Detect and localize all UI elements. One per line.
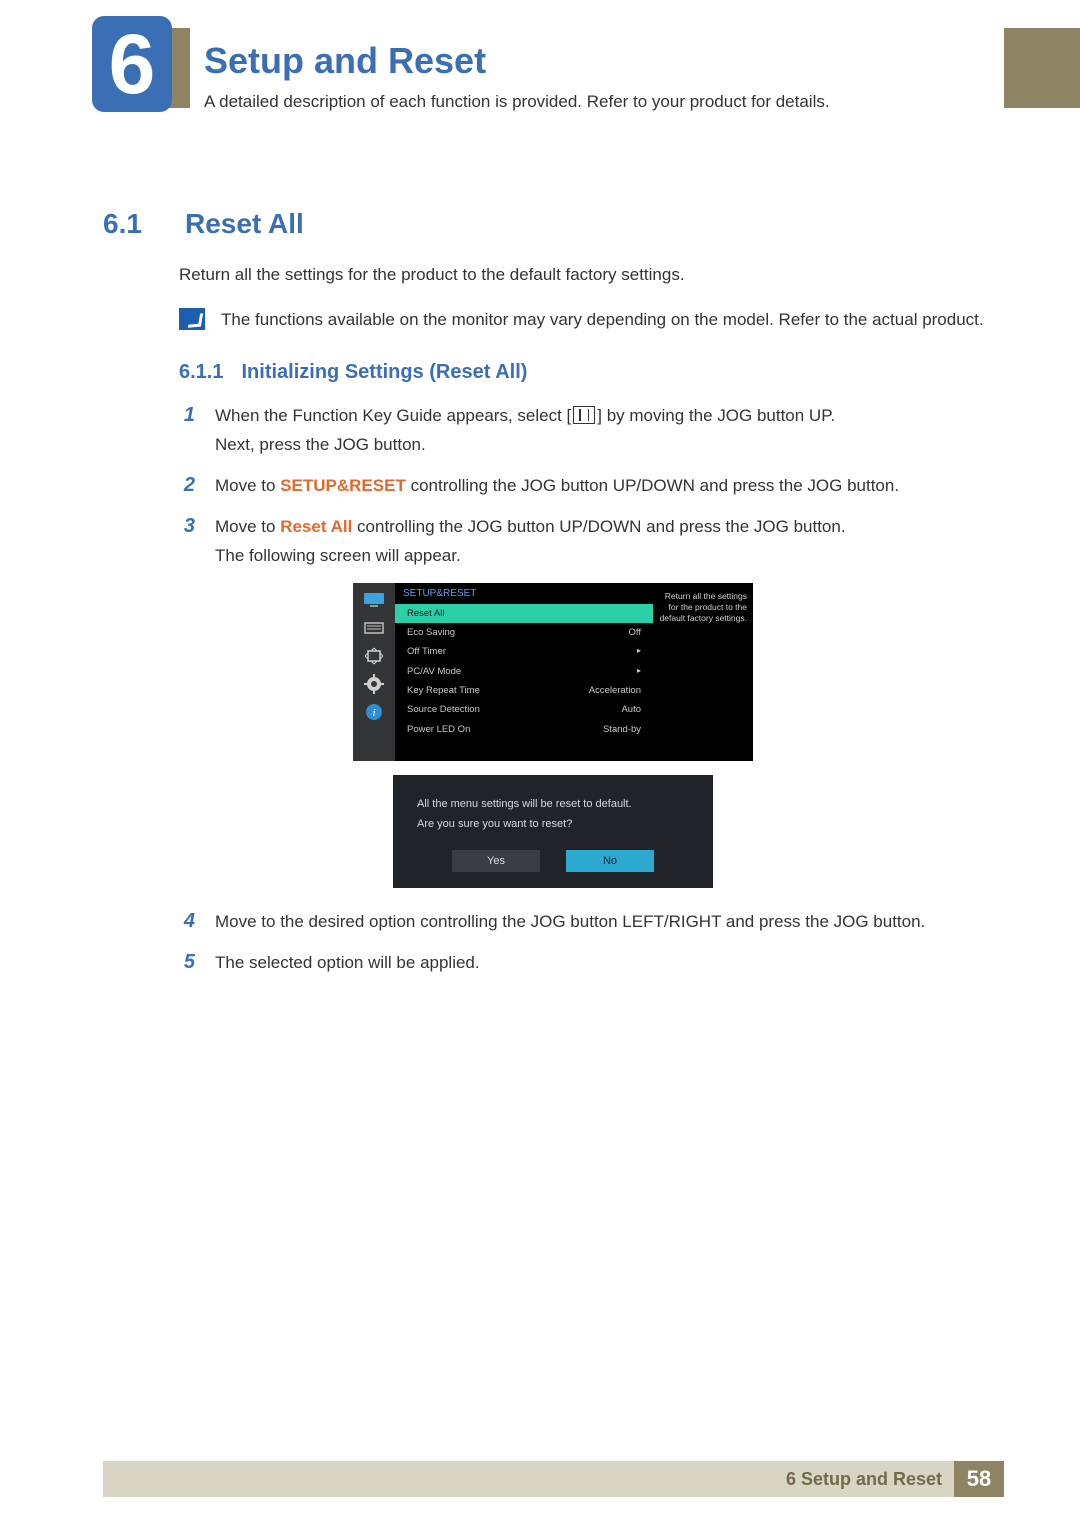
dialog-yes-button: Yes (452, 850, 540, 872)
subsection-heading: 6.1.1 Initializing Settings (Reset All) (179, 361, 1004, 384)
text: When the Function Key Guide appears, sel… (215, 406, 571, 425)
osd-item-value: Stand-by (603, 723, 641, 736)
page-footer: 6 Setup and Reset 58 (103, 1461, 1004, 1497)
text: controlling the JOG button UP/DOWN and p… (352, 517, 845, 536)
step-text: The selected option will be applied. (215, 949, 480, 978)
page: 6 Setup and Reset A detailed description… (0, 0, 1080, 1527)
osd-item-key-repeat: Key Repeat Time Acceleration (395, 681, 653, 700)
footer-chapter-label: 6 Setup and Reset (786, 1461, 954, 1497)
chapter-header: Setup and Reset A detailed description o… (190, 26, 1004, 134)
info-icon: i (362, 703, 386, 721)
chapter-number: 6 (109, 22, 156, 106)
osd-item-pcav-mode: PC/AV Mode ▸ (395, 662, 653, 681)
monitor-icon (362, 591, 386, 609)
osd-header: SETUP&RESET (395, 583, 653, 604)
osd-item-label: Source Detection (407, 703, 480, 716)
step-number: 2 (179, 472, 195, 498)
chapter-number-badge: 6 (92, 16, 172, 112)
note-text: The functions available on the monitor m… (221, 308, 984, 332)
osd-item-label: Reset All (407, 607, 445, 620)
text: controlling the JOG button UP/DOWN and p… (406, 476, 899, 495)
section-heading: 6.1 Reset All (103, 208, 1004, 240)
section-intro: Return all the settings for the product … (179, 262, 1004, 288)
osd-item-value: Off (629, 626, 642, 639)
step-text: Move to the desired option controlling t… (215, 908, 925, 937)
osd-item-value: ▸ (637, 645, 641, 658)
step-1: 1 When the Function Key Guide appears, s… (179, 402, 1004, 460)
note-icon (179, 308, 205, 330)
step-3: 3 Move to Reset All controlling the JOG … (179, 513, 1004, 571)
step-text: When the Function Key Guide appears, sel… (215, 402, 835, 460)
subsection-number: 6.1.1 (179, 361, 223, 384)
text: ] by moving the JOG button UP. (597, 406, 835, 425)
keyword: SETUP&RESET (280, 476, 406, 495)
subsection-title: Initializing Settings (Reset All) (241, 361, 527, 384)
dialog-message-2: Are you sure you want to reset? (417, 818, 689, 830)
menu-icon (573, 406, 595, 424)
osd-menu: i SETUP&RESET Reset All Eco Saving Off O… (353, 583, 753, 761)
resize-icon (362, 647, 386, 665)
text: Move to (215, 517, 280, 536)
reset-confirm-dialog: All the menu settings will be reset to d… (393, 775, 713, 888)
osd-item-source-detection: Source Detection Auto (395, 700, 653, 719)
osd-item-label: Power LED On (407, 723, 470, 736)
footer-page-number: 58 (954, 1461, 1004, 1497)
osd-sidebar: i (353, 583, 395, 761)
dialog-no-button: No (566, 850, 654, 872)
text: The following screen will appear. (215, 546, 461, 565)
step-text: Move to SETUP&RESET controlling the JOG … (215, 472, 899, 501)
osd-item-value: Acceleration (589, 684, 641, 697)
dialog-buttons: Yes No (417, 850, 689, 872)
osd-item-label: Key Repeat Time (407, 684, 480, 697)
step-number: 5 (179, 949, 195, 975)
osd-item-value: ▸ (637, 665, 641, 678)
osd-info-panel: Return all the settings for the product … (653, 583, 753, 761)
chapter-description: A detailed description of each function … (204, 92, 994, 112)
step-text: Move to Reset All controlling the JOG bu… (215, 513, 846, 571)
svg-text:i: i (372, 707, 375, 719)
osd-item-off-timer: Off Timer ▸ (395, 642, 653, 661)
step-number: 1 (179, 402, 195, 428)
gear-icon (362, 675, 386, 693)
chapter-title: Setup and Reset (204, 40, 994, 82)
keyword: Reset All (280, 517, 352, 536)
step-number: 3 (179, 513, 195, 539)
section-title: Reset All (185, 208, 304, 240)
dialog-message-1: All the menu settings will be reset to d… (417, 797, 689, 812)
osd-item-eco-saving: Eco Saving Off (395, 623, 653, 642)
osd-item-label: Eco Saving (407, 626, 455, 639)
list-icon (362, 619, 386, 637)
step-number: 4 (179, 908, 195, 934)
section-number: 6.1 (103, 208, 157, 240)
content: 6.1 Reset All Return all the settings fo… (103, 28, 1004, 978)
step-2: 2 Move to SETUP&RESET controlling the JO… (179, 472, 1004, 501)
osd-item-label: Off Timer (407, 645, 446, 658)
osd-item-reset-all: Reset All (395, 604, 653, 623)
note: The functions available on the monitor m… (179, 308, 1004, 332)
step-5: 5 The selected option will be applied. (179, 949, 1004, 978)
step-4: 4 Move to the desired option controlling… (179, 908, 1004, 937)
text: Move to (215, 476, 280, 495)
osd-item-power-led: Power LED On Stand-by (395, 720, 653, 739)
osd-screenshot: i SETUP&RESET Reset All Eco Saving Off O… (353, 583, 753, 761)
osd-item-label: PC/AV Mode (407, 665, 461, 678)
text: Next, press the JOG button. (215, 435, 426, 454)
osd-item-value: Auto (621, 703, 641, 716)
osd-main: SETUP&RESET Reset All Eco Saving Off Off… (395, 583, 653, 761)
